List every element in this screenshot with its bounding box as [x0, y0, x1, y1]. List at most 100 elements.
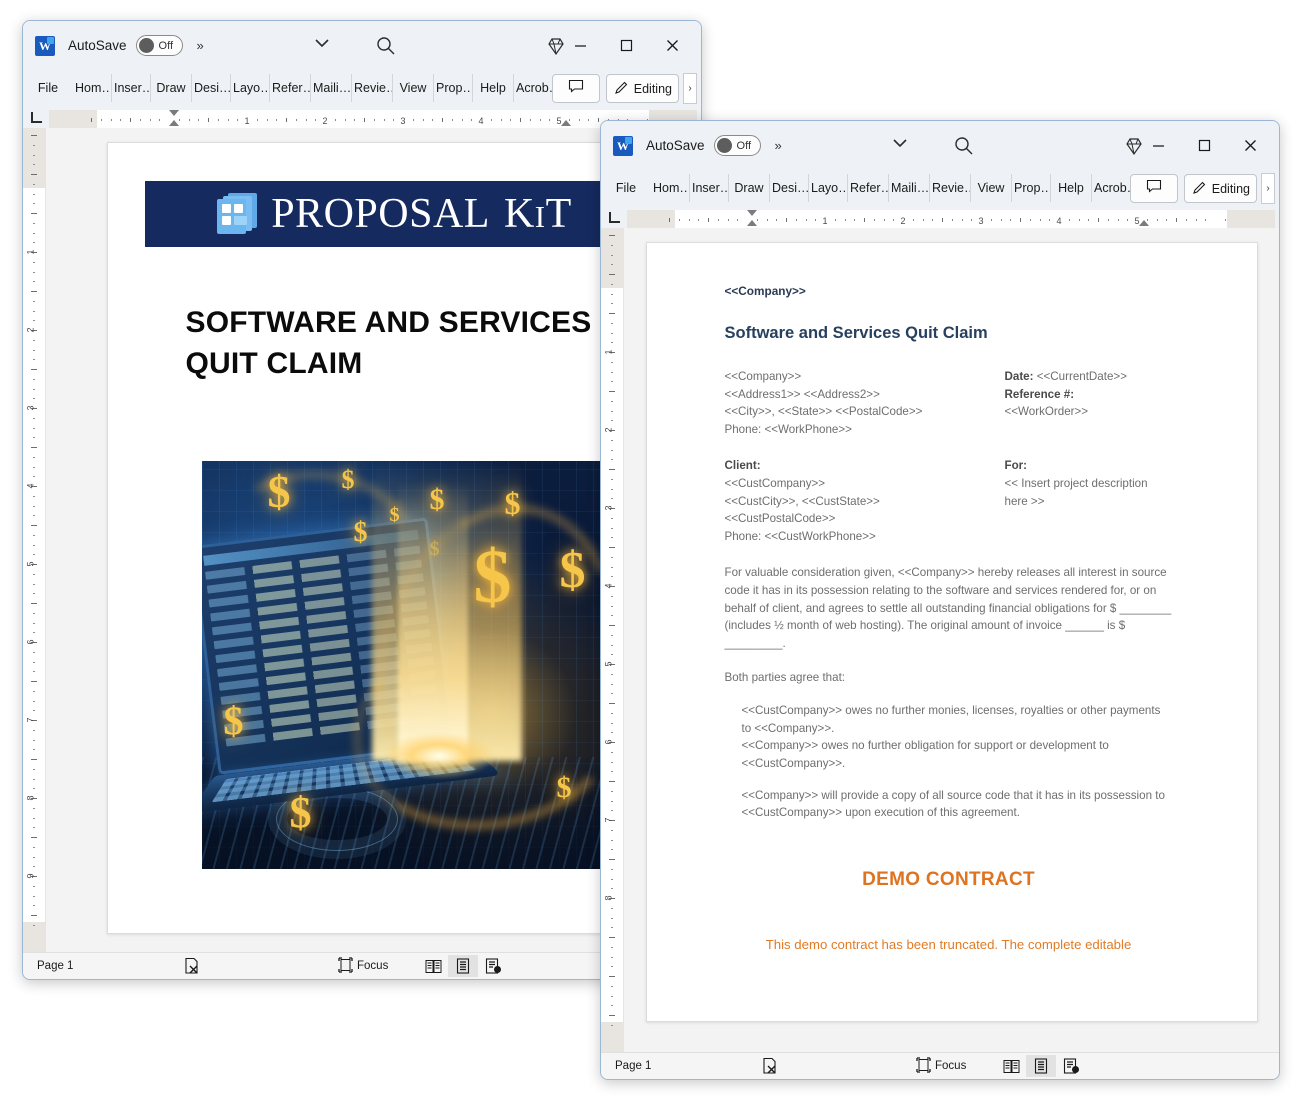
ruler-number: 7 [603, 817, 614, 823]
search-icon[interactable] [373, 33, 399, 59]
quick-access-more-button[interactable]: » [197, 38, 204, 53]
tab-insert[interactable]: Inser… [690, 174, 729, 202]
tab-references[interactable]: Refer… [848, 174, 889, 202]
editing-mode-label: Editing [1211, 181, 1250, 196]
tab-insert[interactable]: Inser… [112, 74, 151, 102]
for-value: << Insert project description here >> [1004, 477, 1148, 508]
word-window-front[interactable]: AutoSave Off » [600, 120, 1280, 1080]
maximize-button[interactable] [603, 29, 649, 63]
cover-illustration[interactable]: $ $ $ $ $ $ $ $ $ $ $ $ [201, 461, 615, 869]
ruler-number: 4 [478, 116, 484, 126]
tab-proposalkit[interactable]: Prop… [1012, 174, 1051, 202]
tab-review[interactable]: Revie… [352, 74, 393, 102]
focus-mode-button[interactable]: Focus [338, 953, 388, 979]
tab-help[interactable]: Help [1051, 174, 1092, 202]
window-controls-back [557, 21, 695, 70]
editing-mode-button[interactable]: Editing [1183, 174, 1257, 203]
right-indent-marker[interactable] [1139, 220, 1149, 226]
sender-line-3: <<City>>, <<State>> <<PostalCode>> [724, 405, 923, 419]
tab-file[interactable]: File [609, 174, 643, 202]
tab-draw[interactable]: Draw [151, 74, 192, 102]
tab-home[interactable]: Hom… [651, 174, 690, 202]
tab-proposalkit[interactable]: Prop… [434, 74, 473, 102]
horizontal-ruler-track-front[interactable]: 12345 [627, 210, 1275, 228]
web-layout-view-button[interactable] [1056, 1055, 1086, 1077]
for-label: For: [1004, 459, 1028, 473]
agreement-item-3: <<CustCompany>>. [741, 756, 846, 770]
right-indent-marker[interactable] [561, 120, 571, 126]
autosave-toggle[interactable]: Off [713, 135, 761, 156]
comments-button[interactable] [551, 74, 600, 103]
tab-design[interactable]: Desi… [192, 74, 231, 102]
tab-draw[interactable]: Draw [729, 174, 770, 202]
print-layout-view-button[interactable] [1026, 1055, 1056, 1077]
chevron-down-icon[interactable] [893, 138, 907, 150]
focus-label: Focus [935, 1060, 967, 1072]
first-line-indent-marker[interactable] [169, 110, 179, 116]
vertical-ruler-front[interactable]: 1 2 3 4 5 6 7 8 [601, 228, 624, 1052]
tab-mailings[interactable]: Maili… [889, 174, 930, 202]
sender-line-4: Phone: <<WorkPhone>> [724, 422, 852, 436]
minimize-button[interactable] [557, 29, 603, 63]
agreement-item-4: <<Company>> will provide a copy of all s… [741, 788, 1165, 820]
ribbon-expand-button[interactable]: › [683, 73, 697, 104]
contract-body[interactable]: <<Company>> Software and Services Quit C… [725, 283, 1173, 955]
read-mode-view-button[interactable] [418, 955, 448, 977]
page-indicator[interactable]: Page 1 [37, 960, 73, 972]
meta-block: Date: <<CurrentDate>> Reference #: <<Wor… [1005, 368, 1173, 438]
document-page-back[interactable]: PROPOSAL KIT SOFTWARE AND SERVICES QUIT C… [106, 142, 641, 934]
word-app-icon [613, 135, 633, 156]
autosave-toggle[interactable]: Off [135, 35, 183, 56]
tab-acrobat[interactable]: Acrob… [514, 74, 552, 102]
tab-help[interactable]: Help [473, 74, 514, 102]
sender-line-1: <<Company>> [724, 370, 802, 383]
document-page-front[interactable]: <<Company>> Software and Services Quit C… [645, 242, 1258, 1022]
tab-file[interactable]: File [31, 74, 65, 102]
tab-design[interactable]: Desi… [770, 174, 809, 202]
document-canvas-front[interactable]: <<Company>> Software and Services Quit C… [624, 228, 1279, 1052]
chevron-down-icon[interactable] [315, 38, 329, 50]
tab-view[interactable]: View [971, 174, 1012, 202]
pencil-icon [1192, 180, 1207, 198]
print-layout-view-button[interactable] [448, 955, 478, 977]
focus-label: Focus [357, 960, 389, 972]
close-button[interactable] [1227, 129, 1273, 163]
read-mode-view-button[interactable] [996, 1055, 1026, 1077]
proofing-errors-icon[interactable] [183, 957, 201, 978]
close-button[interactable] [649, 29, 695, 63]
web-layout-view-button[interactable] [478, 955, 508, 977]
editing-mode-button[interactable]: Editing [605, 74, 679, 103]
contract-title: Software and Services Quit Claim [724, 323, 988, 342]
proofing-errors-icon[interactable] [761, 1057, 779, 1078]
tab-references[interactable]: Refer… [270, 74, 311, 102]
vertical-ruler-back[interactable]: 1 2 3 4 5 6 7 8 9 [23, 128, 46, 952]
tab-stop-left-icon[interactable] [601, 206, 627, 228]
search-icon[interactable] [951, 133, 977, 159]
tab-mailings[interactable]: Maili… [311, 74, 352, 102]
view-mode-group-back[interactable] [418, 953, 508, 979]
page-indicator[interactable]: Page 1 [615, 1060, 651, 1072]
tab-acrobat[interactable]: Acrob… [1092, 174, 1130, 202]
comments-button[interactable] [1129, 174, 1178, 203]
tab-stop-left-icon[interactable] [23, 106, 49, 128]
agreement-list: <<CustCompany>> owes no further monies, … [742, 702, 1173, 822]
first-line-indent-marker[interactable] [747, 210, 757, 216]
ribbon-tabs-front[interactable]: File Hom… Inser… Draw Desi… Layo… Refer…… [601, 170, 1279, 206]
client-line-2: <<CustCity>>, <<CustState>> [724, 494, 880, 508]
tab-view[interactable]: View [393, 74, 434, 102]
tab-layout[interactable]: Layo… [809, 174, 848, 202]
hanging-indent-marker[interactable] [747, 220, 757, 226]
reference-value: <<WorkOrder>> [1004, 405, 1089, 419]
tab-review[interactable]: Revie… [930, 174, 971, 202]
statusbar-front[interactable]: Page 1 Focus [601, 1052, 1279, 1079]
ribbon-tabs-back[interactable]: File Hom… Inser… Draw Desi… Layo… Refer…… [23, 70, 701, 106]
tab-layout[interactable]: Layo… [231, 74, 270, 102]
maximize-button[interactable] [1181, 129, 1227, 163]
minimize-button[interactable] [1135, 129, 1181, 163]
view-mode-group-front[interactable] [996, 1053, 1086, 1079]
tab-home[interactable]: Hom… [73, 74, 112, 102]
hanging-indent-marker[interactable] [169, 120, 179, 126]
ribbon-expand-button[interactable]: › [1261, 173, 1275, 204]
focus-mode-button[interactable]: Focus [916, 1053, 966, 1079]
quick-access-more-button[interactable]: » [775, 138, 782, 153]
